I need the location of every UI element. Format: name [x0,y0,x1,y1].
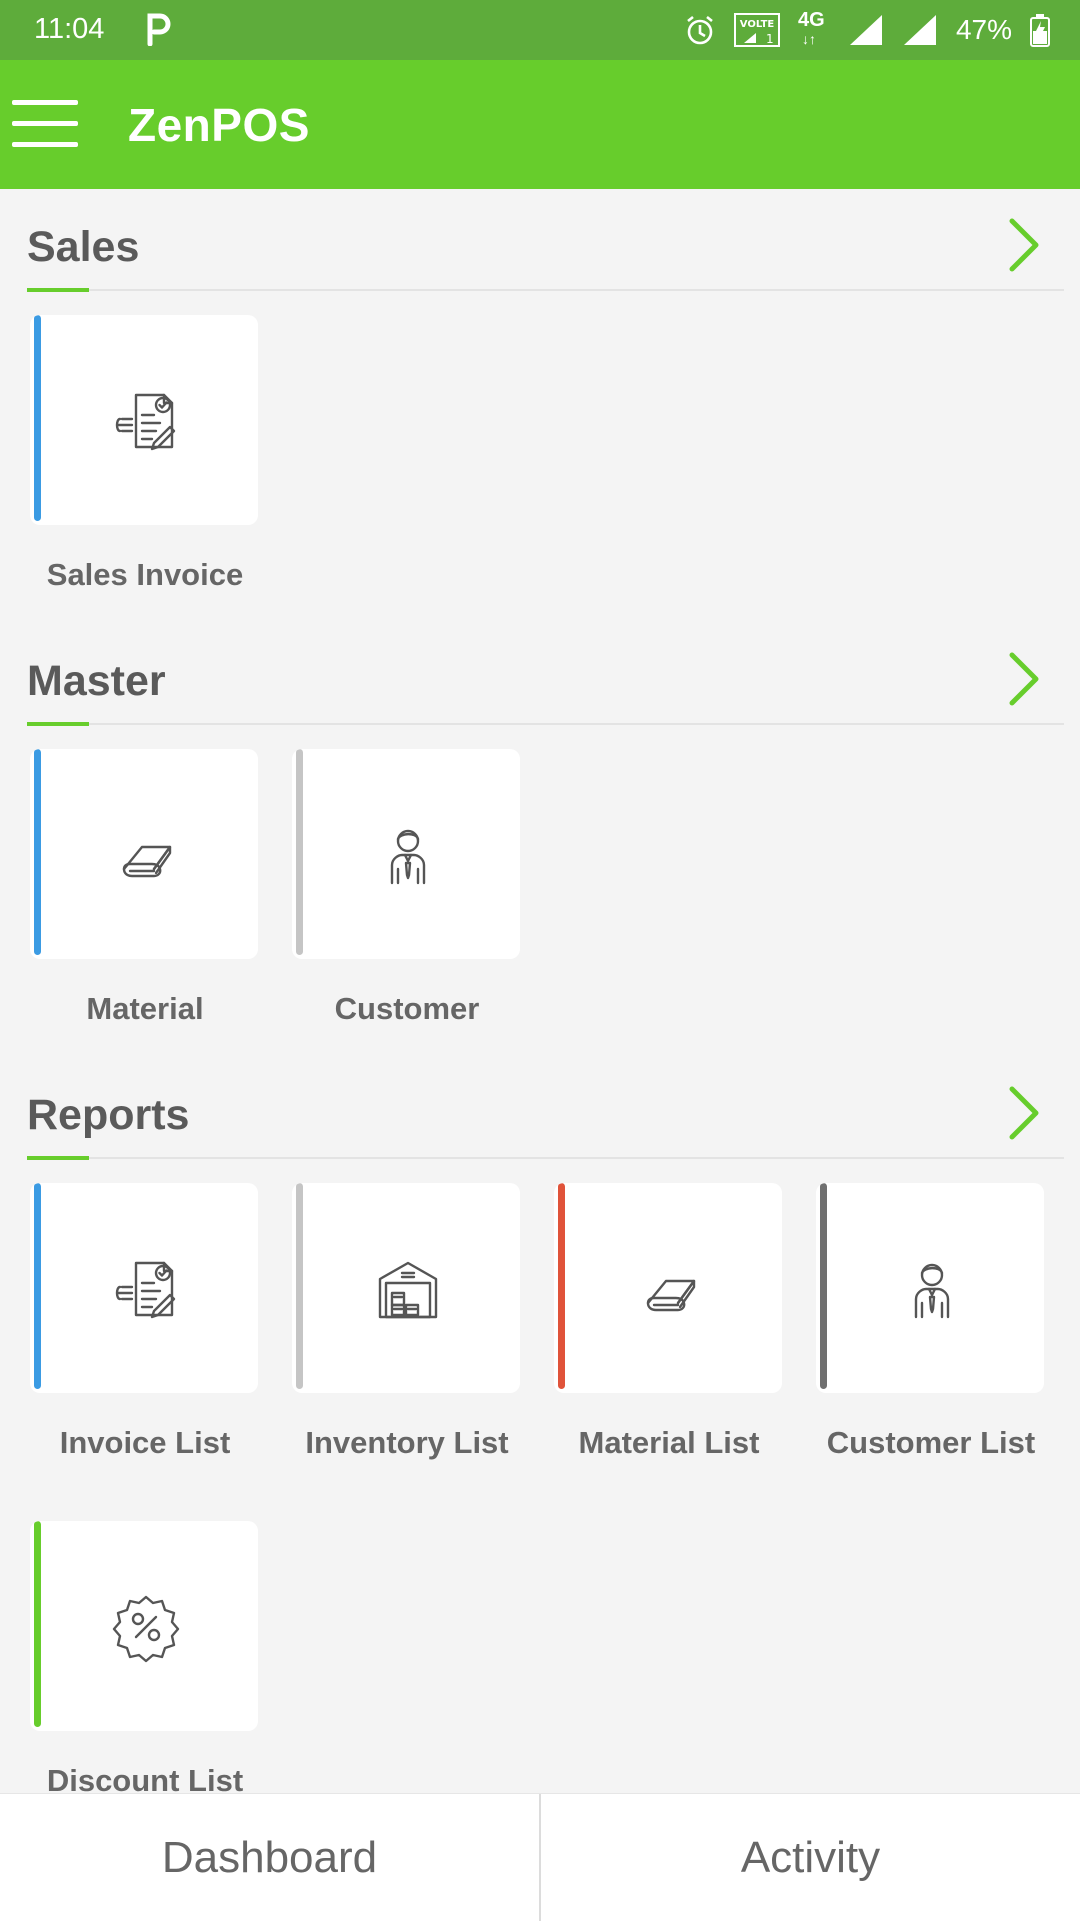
tile-label: Material [86,991,204,1026]
invoice-icon [110,385,182,457]
tile-label: Inventory List [305,1425,509,1460]
tile-accent-bar [34,749,41,955]
section-master: Master Material Customer [0,623,1080,1053]
section-underline [27,1156,89,1160]
tile-card [816,1183,1044,1393]
app-title: ZenPOS [128,99,310,151]
battery-percent: 47% [955,14,1012,45]
tile-card [292,749,520,959]
tab-dashboard[interactable]: Dashboard [0,1794,539,1921]
tile-card [30,1183,258,1393]
tile-label: Discount List [46,1763,244,1793]
tile-accent-bar [296,1183,303,1389]
chevron-right-icon[interactable] [1004,215,1044,275]
chevron-right-icon[interactable] [1004,1083,1044,1143]
tile-accent-bar [34,1521,41,1727]
tile-customer[interactable]: Customer [292,749,520,1026]
section-header: Sales [0,189,1080,292]
tile-inventory-list[interactable]: Inventory List [292,1183,520,1460]
section-header: Reports [0,1057,1080,1160]
alarm-icon [687,15,713,45]
parking-app-icon [147,13,171,46]
material-icon [110,819,182,891]
tile-label: Customer List [826,1425,1036,1460]
svg-text:1: 1 [766,32,774,46]
tile-material[interactable]: Material [30,749,258,1026]
section-sales: Sales Sales Invoice [0,189,1080,619]
volte-icon: VOLTE 1 [733,13,780,47]
tile-invoice-list[interactable]: Invoice List [30,1183,258,1460]
tile-sales-invoice[interactable]: Sales Invoice [30,315,258,592]
chevron-right-icon[interactable] [1004,649,1044,709]
tile-card [30,749,258,959]
tile-accent-bar [296,749,303,955]
status-bar: 11:04 VOLTE 1 4G ↓↑ 47% [0,0,1080,60]
invoice-icon [110,1253,182,1325]
app-bar: ZenPOS [0,60,1080,189]
section-reports: Reports Invoice List Inventory List Mate… [0,1057,1080,1793]
section-title: Reports [27,1091,190,1139]
tile-accent-bar [34,315,41,521]
section-header: Master [0,623,1080,726]
tile-accent-bar [820,1183,827,1389]
svg-text:VOLTE: VOLTE [740,19,775,30]
tile-accent-bar [558,1183,565,1389]
signal-icon-1 [849,15,882,45]
hamburger-menu-icon[interactable] [12,100,78,148]
signal-icon-2 [903,15,936,45]
tile-label: Sales Invoice [46,557,244,592]
tile-card [292,1183,520,1393]
tab-activity[interactable]: Activity [541,1794,1080,1921]
battery-charging-icon [1030,14,1050,47]
tile-card [554,1183,782,1393]
status-time: 11:04 [34,13,105,45]
section-title: Master [27,657,166,705]
tile-label: Customer [334,991,480,1026]
tile-discount-list[interactable]: Discount List [30,1521,258,1793]
tile-card [30,1521,258,1731]
section-underline [27,288,89,292]
tile-customer-list[interactable]: Customer List [816,1183,1044,1460]
bottom-navigation: Dashboard Activity [0,1793,1080,1921]
divider [27,723,1064,725]
warehouse-icon [372,1253,444,1325]
tile-card [30,315,258,525]
section-title: Sales [27,223,140,271]
network-type-icon: 4G ↓↑ [797,9,825,47]
material-icon [634,1253,706,1325]
customer-icon [896,1253,968,1325]
divider [27,289,1064,291]
tile-label: Invoice List [59,1425,231,1460]
section-underline [27,722,89,726]
dashboard-content[interactable]: Sales Sales Invoice Master Material Cust… [0,189,1080,1793]
status-icons: VOLTE 1 4G ↓↑ 47% [684,9,1050,50]
discount-icon [110,1591,182,1663]
divider [27,1157,1064,1159]
tile-material-list[interactable]: Material List [554,1183,782,1460]
tile-accent-bar [34,1183,41,1389]
customer-icon [372,819,444,891]
tile-label: Material List [578,1425,760,1460]
